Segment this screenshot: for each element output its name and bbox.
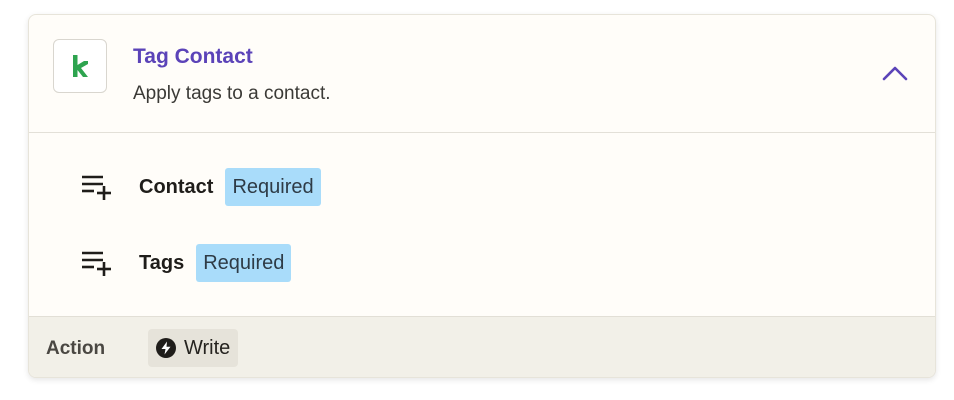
list-add-icon [81, 171, 113, 203]
footer-label: Action [46, 338, 106, 359]
field-label: Tags [139, 251, 185, 274]
list-add-icon [81, 247, 113, 279]
keap-logo-icon [53, 39, 107, 93]
step-title: Tag Contact [133, 45, 253, 68]
chevron-up-icon[interactable] [877, 55, 913, 91]
action-type-badge: Write [148, 329, 239, 367]
action-type-label: Write [184, 336, 231, 359]
step-card: Tag Contact Apply tags to a contact. Con… [28, 14, 936, 378]
step-footer: Action Write [29, 316, 935, 377]
step-header[interactable]: Tag Contact Apply tags to a contact. [29, 15, 935, 133]
field-tags[interactable]: Tags Required [81, 243, 292, 283]
field-contact[interactable]: Contact Required [81, 167, 321, 207]
field-label: Contact [139, 175, 214, 198]
step-subtitle: Apply tags to a contact. [133, 83, 331, 104]
required-badge: Required [225, 168, 321, 206]
required-badge: Required [196, 244, 292, 282]
bolt-icon [156, 338, 176, 358]
